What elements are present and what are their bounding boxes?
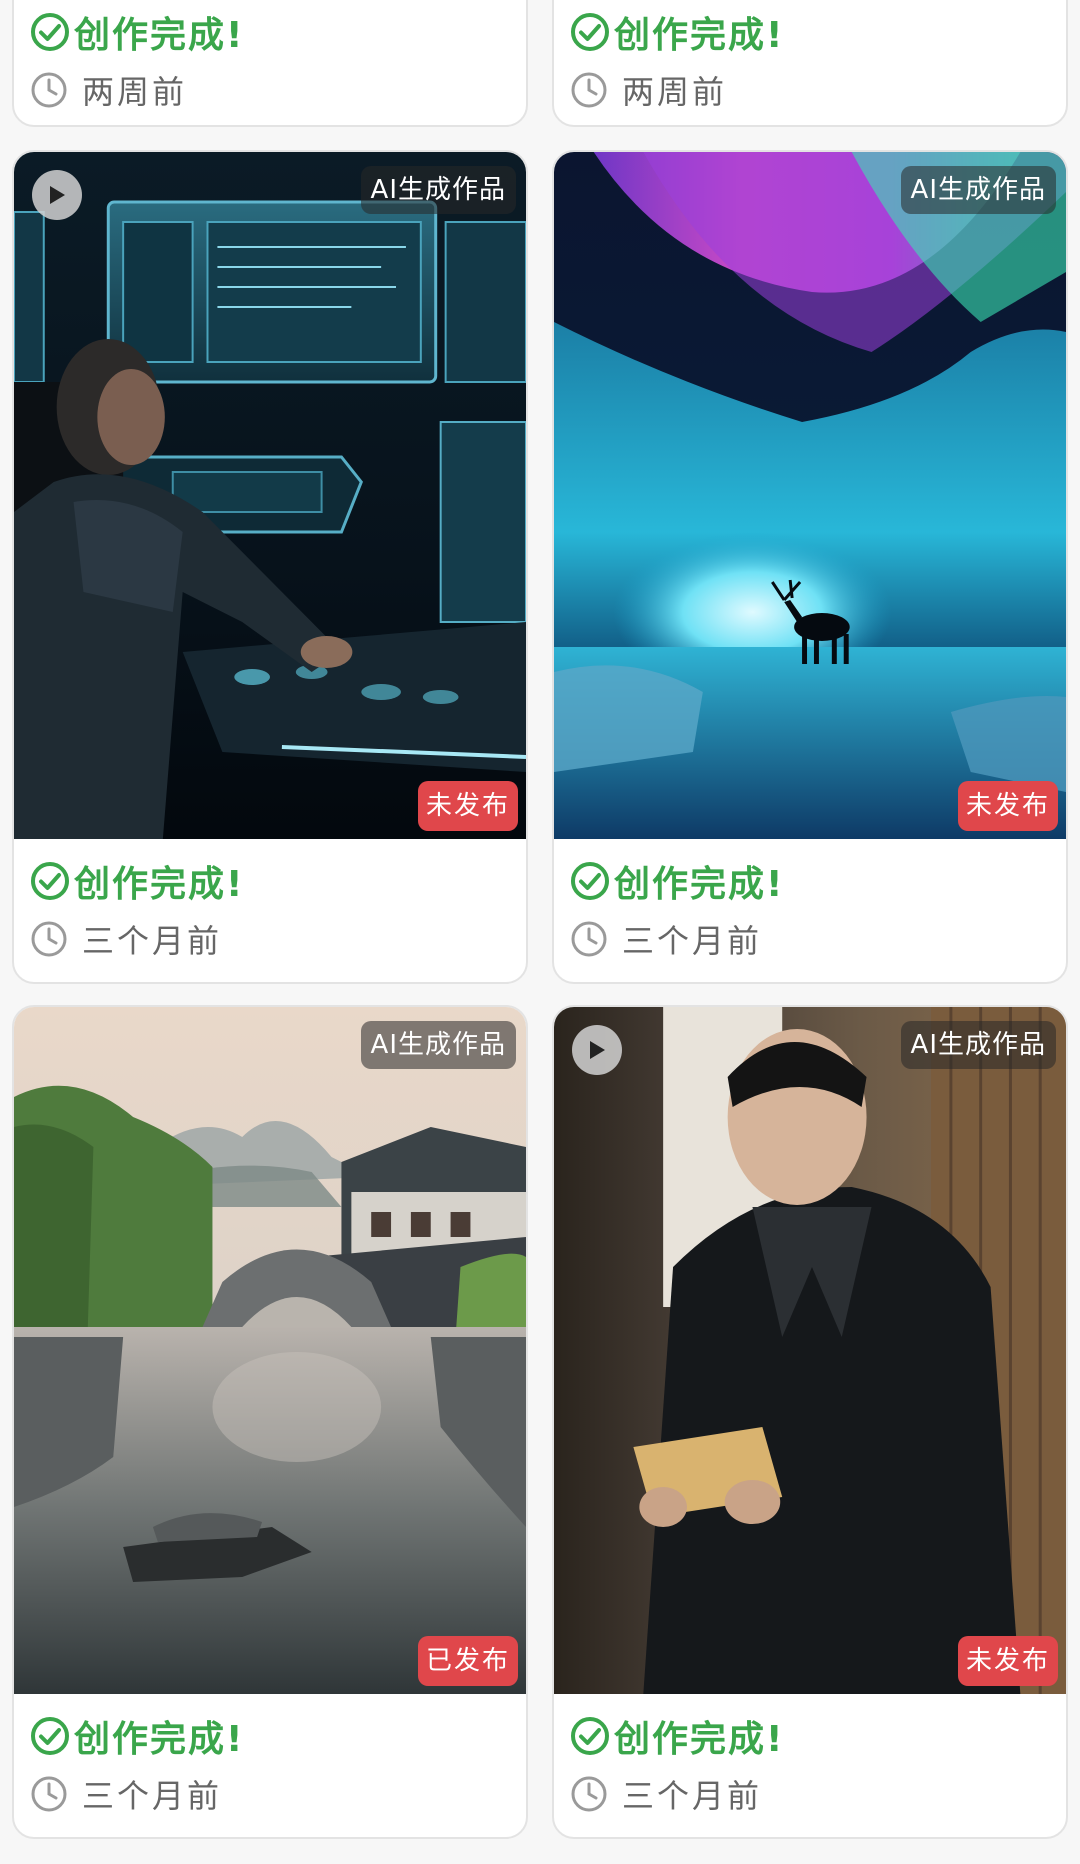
time-text: 三个月前: [622, 1777, 763, 1815]
ai-generated-tag: AI生成作品: [360, 166, 516, 214]
time-info: 两周前: [570, 68, 727, 112]
check-circle-icon: [571, 13, 609, 51]
play-button[interactable]: [572, 1025, 622, 1075]
cyberpunk-operator-image-art: [14, 152, 526, 839]
completion-status: 创作完成!: [570, 1712, 784, 1760]
work-card-5[interactable]: AI生成作品 已发布 创作完成! 三个月前: [12, 1005, 528, 1839]
clock-icon: [571, 921, 607, 957]
clock-icon: [31, 72, 67, 108]
check-circle-icon: [31, 13, 69, 51]
play-icon: [590, 1041, 605, 1059]
time-text: 三个月前: [82, 1777, 223, 1815]
work-card-6[interactable]: AI生成作品 未发布 创作完成! 三个月前: [552, 1005, 1068, 1839]
publish-status-badge: 未发布: [417, 781, 518, 831]
time-info: 三个月前: [570, 1772, 762, 1816]
completion-text: 创作完成!: [614, 1719, 785, 1760]
ai-generated-tag: AI生成作品: [900, 166, 1056, 214]
completion-text: 创作完成!: [614, 15, 785, 56]
time-info: 三个月前: [570, 917, 762, 961]
water-town-bridge-image-art: [14, 1007, 526, 1694]
check-circle-icon: [571, 1717, 609, 1755]
time-text: 三个月前: [622, 922, 763, 960]
man-reading-letter-image[interactable]: AI生成作品 未发布: [554, 1007, 1066, 1694]
completion-text: 创作完成!: [614, 864, 785, 905]
check-circle-icon: [571, 862, 609, 900]
publish-status-badge: 未发布: [957, 1636, 1058, 1686]
check-circle-icon: [31, 1717, 69, 1755]
completion-status: 创作完成!: [30, 1712, 244, 1760]
work-card-1[interactable]: 创作完成! 两周前: [12, 0, 528, 127]
clock-icon: [571, 1776, 607, 1812]
completion-text: 创作完成!: [74, 1719, 245, 1760]
clock-icon: [571, 72, 607, 108]
clock-icon: [31, 1776, 67, 1812]
completion-status: 创作完成!: [570, 8, 784, 56]
ai-generated-tag: AI生成作品: [900, 1021, 1056, 1069]
time-info: 三个月前: [30, 1772, 222, 1816]
completion-status: 创作完成!: [570, 857, 784, 905]
aurora-ice-cave-elk-image[interactable]: AI生成作品 未发布: [554, 152, 1066, 839]
time-text: 两周前: [622, 73, 728, 111]
aurora-ice-cave-elk-image-art: [554, 152, 1066, 839]
time-info: 三个月前: [30, 917, 222, 961]
completion-status: 创作完成!: [30, 857, 244, 905]
publish-status-badge: 未发布: [957, 781, 1058, 831]
work-card-2[interactable]: 创作完成! 两周前: [552, 0, 1068, 127]
time-info: 两周前: [30, 68, 187, 112]
publish-status-badge: 已发布: [417, 1636, 518, 1686]
completion-status: 创作完成!: [30, 8, 244, 56]
time-text: 三个月前: [82, 922, 223, 960]
play-button[interactable]: [32, 170, 82, 220]
ai-generated-tag: AI生成作品: [360, 1021, 516, 1069]
water-town-bridge-image[interactable]: AI生成作品 已发布: [14, 1007, 526, 1694]
completion-text: 创作完成!: [74, 15, 245, 56]
work-card-3[interactable]: AI生成作品 未发布 创作完成! 三个月前: [12, 150, 528, 984]
cyberpunk-operator-image[interactable]: AI生成作品 未发布: [14, 152, 526, 839]
work-card-4[interactable]: AI生成作品 未发布 创作完成! 三个月前: [552, 150, 1068, 984]
man-reading-letter-image-art: [554, 1007, 1066, 1694]
time-text: 两周前: [82, 73, 188, 111]
clock-icon: [31, 921, 67, 957]
completion-text: 创作完成!: [74, 864, 245, 905]
check-circle-icon: [31, 862, 69, 900]
play-icon: [50, 186, 65, 204]
